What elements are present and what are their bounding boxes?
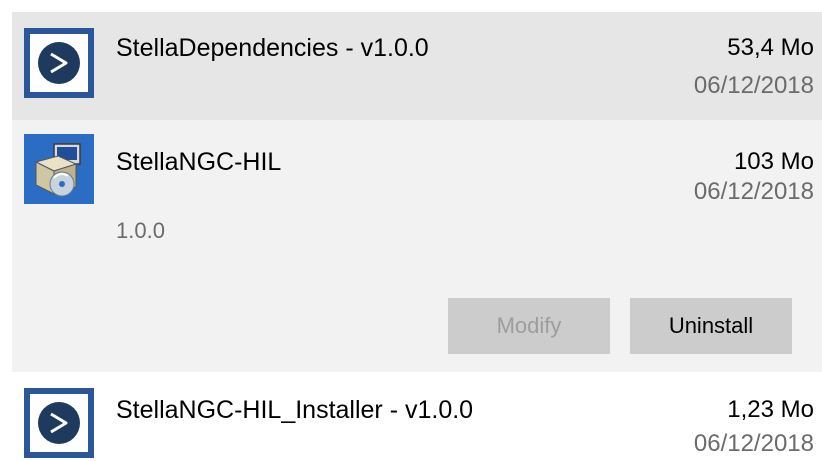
installed-apps-list: StellaDependencies - v1.0.0 53,4 Mo 06/1… (0, 0, 822, 461)
app-name: StellaNGC-HIL_Installer - v1.0.0 (116, 396, 474, 424)
app-install-date: 06/12/2018 (693, 178, 814, 205)
app-size: 53,4 Mo (727, 34, 814, 61)
stella-logo-icon (24, 388, 94, 458)
app-install-date: 06/12/2018 (693, 72, 814, 99)
app-list-item[interactable]: StellaNGC-HIL_Installer - v1.0.0 1,23 Mo… (12, 372, 822, 461)
app-size: 103 Mo (733, 148, 814, 175)
app-list-item-selected[interactable]: StellaNGC-HIL 103 Mo 06/12/2018 1.0.0 Mo… (12, 120, 822, 372)
uninstall-button[interactable]: Uninstall (630, 298, 792, 354)
app-version: 1.0.0 (116, 218, 165, 243)
installer-package-icon (24, 134, 94, 204)
app-size: 1,23 Mo (727, 396, 814, 423)
app-install-date: 06/12/2018 (693, 430, 814, 457)
app-name: StellaNGC-HIL (116, 148, 282, 176)
app-name: StellaDependencies - v1.0.0 (116, 34, 429, 62)
app-list-item[interactable]: StellaDependencies - v1.0.0 53,4 Mo 06/1… (12, 12, 822, 120)
modify-button[interactable]: Modify (448, 298, 610, 354)
stella-logo-icon (24, 28, 94, 98)
